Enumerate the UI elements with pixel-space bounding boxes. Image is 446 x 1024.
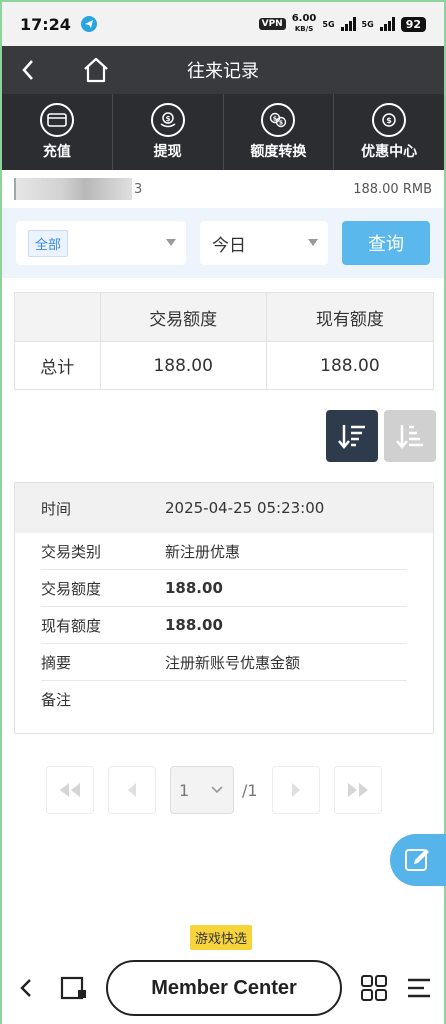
summary-current-amount: 188.00 — [320, 355, 380, 376]
record-row-label: 交易类别 — [41, 542, 102, 561]
record-time-label: 时间 — [41, 499, 72, 518]
first-page-button[interactable] — [46, 766, 94, 814]
back-icon[interactable] — [20, 978, 32, 1002]
summary-header-current: 现有额度 — [315, 309, 384, 330]
quick-nav-label: 提现 — [153, 144, 182, 160]
summary-header-blank — [15, 293, 101, 341]
masked-account-id — [14, 178, 132, 200]
date-select-value: 今日 — [212, 235, 246, 256]
sort-asc-button[interactable] — [384, 410, 436, 462]
double-left-icon — [60, 783, 80, 797]
chevron-down-icon — [166, 239, 176, 246]
record-row: 备注 — [41, 681, 407, 718]
record-row-label: 现有额度 — [41, 616, 102, 635]
prev-page-button[interactable] — [108, 766, 156, 814]
record-time-row: 时间 2025-04-25 05:23:00 — [15, 483, 433, 533]
account-row: 3 188.00 RMB — [2, 170, 444, 208]
summary-total-row: 总计 188.00 188.00 — [15, 341, 433, 389]
home-icon[interactable] — [82, 56, 110, 89]
summary-trade-amount: 188.00 — [101, 342, 267, 389]
status-bar: 17:24 VPN 6.00 KB/S 5G 5G 92 — [2, 2, 444, 46]
network-type-2: 5G — [361, 19, 374, 29]
record-row-label: 交易额度 — [41, 579, 102, 598]
filter-bar: 全部 今日 查询 — [2, 208, 444, 278]
page-select-value: 1 — [179, 780, 190, 800]
header-bar: 往来记录 — [2, 46, 444, 94]
svg-text:$: $ — [386, 116, 392, 125]
page-title: 往来记录 — [187, 61, 259, 82]
quick-nav-promo[interactable]: $ 优惠中心 — [334, 94, 444, 170]
sort-desc-button[interactable] — [326, 410, 378, 462]
record-time-value: 2025-04-25 05:23:00 — [165, 499, 325, 517]
quick-nav-transfer[interactable]: $ $ 额度转换 — [224, 94, 335, 170]
record-row-label: 摘要 — [41, 653, 72, 672]
recharge-icon — [39, 103, 74, 137]
network-speed: 6.00 KB/S — [291, 13, 317, 34]
transfer-icon: $ $ — [261, 103, 296, 137]
summary-table: 交易额度 现有额度 总计 188.00 188.00 — [14, 292, 434, 390]
svg-text:$: $ — [273, 116, 277, 123]
status-time: 17:24 — [20, 14, 71, 34]
quick-nav-label: 充值 — [42, 144, 71, 160]
sort-asc-icon — [396, 425, 423, 449]
telegram-icon — [80, 16, 97, 32]
double-right-icon — [347, 783, 368, 797]
promo-icon: $ — [372, 103, 407, 137]
quick-nav-label: 额度转换 — [250, 144, 307, 160]
menu-icon[interactable] — [406, 976, 432, 1004]
triangle-right-icon — [291, 783, 300, 797]
pagination: 1 /1 — [46, 766, 382, 814]
bottom-bar: Member Center — [2, 952, 444, 1024]
record-row-value: 188.00 — [165, 616, 223, 634]
member-center-button[interactable]: Member Center — [106, 960, 342, 1016]
type-select-value: 全部 — [28, 229, 69, 257]
account-id-suffix: 3 — [134, 181, 143, 197]
summary-total-label: 总计 — [15, 342, 101, 389]
grid-icon[interactable] — [360, 974, 388, 1006]
status-indicators: VPN 6.00 KB/S 5G 5G 92 — [258, 13, 426, 34]
chevron-down-icon — [308, 239, 318, 246]
record-row-label: 备注 — [41, 691, 72, 709]
record-row: 摘要 注册新账号优惠金额 — [41, 644, 407, 681]
record-row-value: 新注册优惠 — [165, 542, 241, 561]
account-balance: 188.00 RMB — [353, 181, 432, 197]
svg-text:$: $ — [279, 120, 283, 127]
signal-icon — [340, 17, 356, 31]
vpn-badge: VPN — [258, 18, 286, 30]
date-select[interactable]: 今日 — [200, 221, 328, 265]
quick-nav-withdraw[interactable]: $ 提现 — [113, 94, 224, 170]
quick-nav-recharge[interactable]: 充值 — [2, 94, 113, 170]
tabs-icon[interactable] — [60, 974, 88, 1006]
record-row: 现有额度 188.00 — [41, 607, 407, 644]
back-icon[interactable] — [20, 58, 36, 87]
total-pages: /1 — [242, 780, 258, 800]
query-button[interactable]: 查询 — [342, 221, 430, 265]
next-page-button[interactable] — [271, 766, 320, 814]
record-row-value: 注册新账号优惠金额 — [165, 653, 301, 672]
summary-header-row: 交易额度 现有额度 — [15, 293, 433, 341]
svg-text:$: $ — [165, 115, 170, 123]
withdraw-icon: $ — [150, 103, 185, 137]
quick-nav: 充值 $ 提现 $ $ 额度转换 $ 优惠中心 — [2, 94, 444, 170]
network-type-1: 5G — [322, 19, 335, 29]
record-row: 交易类别 新注册优惠 — [41, 533, 407, 570]
signal-icon — [379, 17, 395, 31]
transaction-record: 时间 2025-04-25 05:23:00 交易类别 新注册优惠 交易额度 1… — [14, 482, 434, 734]
summary-header-trade: 交易额度 — [101, 293, 267, 341]
feedback-fab[interactable] — [390, 834, 446, 886]
sort-desc-icon — [338, 425, 365, 449]
type-select[interactable]: 全部 — [16, 221, 186, 265]
edit-icon — [405, 849, 429, 871]
triangle-left-icon — [128, 783, 136, 797]
page-select[interactable]: 1 — [170, 766, 234, 814]
record-row: 交易额度 188.00 — [41, 570, 407, 607]
last-page-button[interactable] — [333, 766, 382, 814]
chevron-down-icon — [211, 786, 223, 794]
battery-indicator: 92 — [400, 16, 426, 32]
game-quick-select[interactable]: 游戏快选 — [190, 925, 253, 950]
quick-nav-label: 优惠中心 — [361, 144, 418, 160]
record-row-value: 188.00 — [165, 579, 223, 597]
